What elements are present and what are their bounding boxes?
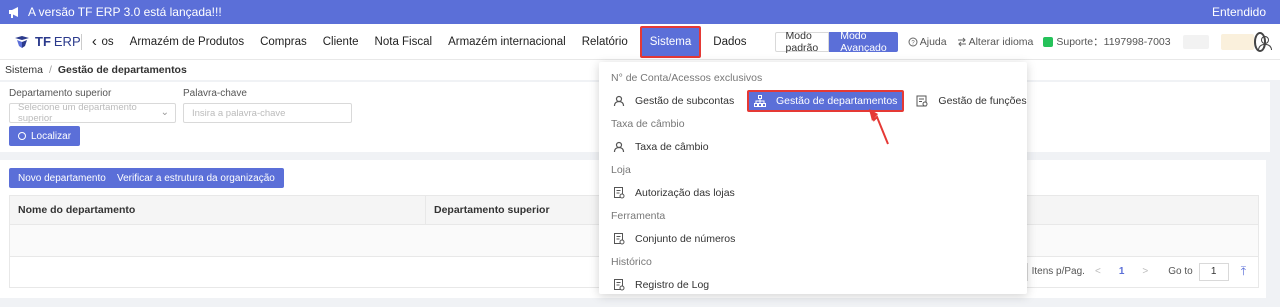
menu-item-subaccounts[interactable]: Gestão de subcontas — [613, 90, 747, 112]
logo-product: ERP — [53, 34, 81, 49]
search-button-label: Localizar — [31, 130, 72, 142]
top-navigation: TF ERP ‹ os Armazém de Produtos Compras Cli… — [0, 24, 1280, 60]
nav-divider — [80, 33, 82, 50]
org-chart-icon — [754, 95, 766, 107]
goto-input[interactable]: 1 — [1198, 262, 1229, 281]
redacted-account — [1220, 33, 1254, 50]
advanced-mode-button[interactable]: Modo Avançado — [829, 30, 898, 54]
menu-section-items: Taxa de câmbio — [599, 132, 1027, 162]
menu-section-title: Taxa de câmbio — [611, 118, 685, 130]
menu-section-items: Conjunto de números — [599, 224, 1027, 254]
breadcrumb-root[interactable]: Sistema — [5, 64, 43, 76]
column-header[interactable]: Nome do departamento — [10, 196, 426, 224]
verify-structure-button[interactable]: Verificar a estrutura da organização — [108, 168, 284, 188]
menu-section-title: Loja — [611, 164, 631, 176]
page-number[interactable]: 1 — [1119, 266, 1125, 277]
banner-text: A versão TF ERP 3.0 está lançada!!! — [28, 5, 222, 19]
document-icon — [614, 187, 625, 199]
keyword-label: Palavra-chave — [183, 88, 247, 99]
megaphone-icon — [8, 5, 22, 19]
nav-item-armaz-m-de-produtos[interactable]: Armazém de Produtos — [122, 24, 252, 59]
menu-item-exchange-rate[interactable]: Taxa de câmbio — [613, 136, 709, 158]
next-page-button[interactable]: > — [1142, 266, 1148, 277]
goto-label: Go to — [1168, 266, 1193, 277]
keyword-filter: Palavra-chave Insira a palavra-chave — [183, 88, 352, 123]
breadcrumb-separator: / — [48, 64, 52, 76]
document-icon — [614, 233, 625, 245]
whatsapp-icon — [1043, 36, 1054, 47]
nav-item-relat-rio[interactable]: Relatório — [574, 24, 636, 59]
menu-section-items: Gestão de subcontas Gestão de departamen… — [599, 86, 1027, 116]
menu-section-title: N° de Conta/Acessos exclusivos — [611, 72, 763, 84]
menu-item-label: Gestão de funções — [938, 95, 1027, 107]
swap-icon — [957, 37, 966, 46]
menu-item-store-authorization[interactable]: Autorização das lojas — [613, 182, 735, 204]
menu-section-items: Autorização das lojas — [599, 178, 1027, 208]
keyword-input[interactable]: Insira a palavra-chave — [183, 103, 352, 123]
parent-dept-filter: Departamento superior Selecione um depar… — [9, 88, 176, 124]
nav-item-cliente[interactable]: Cliente — [315, 24, 367, 59]
menu-section-items: Registro de Log — [599, 270, 1027, 300]
system-dropdown-menu: N° de Conta/Acessos exclusivos Gestão de… — [599, 62, 1027, 294]
support-contact[interactable]: Suporte：1197998-7003 — [1043, 34, 1171, 49]
language-label: Alterar idioma — [968, 35, 1034, 48]
back-to-top-icon[interactable]: ⤒ — [1241, 264, 1246, 279]
help-label: Ajuda — [919, 35, 947, 48]
language-link[interactable]: Alterar idioma — [957, 35, 1034, 48]
search-button[interactable]: Localizar — [9, 126, 81, 146]
prev-page-button[interactable]: < — [1095, 266, 1101, 277]
search-icon — [18, 132, 26, 140]
dismiss-banner-button[interactable]: Entendido — [1212, 5, 1266, 19]
chevron-down-icon: ⌄ — [160, 107, 169, 118]
nav-item-armaz-m-internacional[interactable]: Armazém internacional — [440, 24, 574, 59]
parent-dept-label: Departamento superior — [9, 88, 112, 99]
parent-dept-select[interactable]: Selecione um departamento superior ⌄ — [9, 102, 176, 124]
parent-dept-placeholder: Selecione um departamento superior — [18, 102, 137, 124]
keyword-placeholder: Insira a palavra-chave — [192, 107, 286, 119]
nav-item-sistema[interactable]: Sistema — [639, 25, 702, 58]
standard-mode-button[interactable]: Modo padrão — [774, 30, 830, 54]
column-header[interactable]: Departamento superior — [426, 196, 606, 224]
user-avatar-icon[interactable] — [1253, 31, 1273, 52]
menu-item-label: Conjunto de números — [635, 233, 736, 245]
menu-item-label: Gestão de departamentos — [776, 95, 898, 107]
help-link[interactable]: ? Ajuda — [908, 36, 947, 48]
new-department-button[interactable]: Novo departamento — [9, 168, 115, 188]
mode-switch: Modo padrão Modo Avançado — [774, 30, 898, 54]
nav-item-os[interactable]: os — [100, 24, 122, 59]
menu-item-label: Autorização das lojas — [635, 187, 735, 199]
per-page-label: Itens p/Pag. — [1031, 266, 1085, 277]
nav-item-compras[interactable]: Compras — [252, 24, 315, 59]
logo[interactable]: TF ERP — [0, 34, 81, 49]
document-icon — [614, 279, 625, 291]
tool-links: ? Ajuda Alterar idioma Suporte：1197998-7… — [908, 34, 1171, 49]
logo-icon — [15, 35, 29, 48]
user-icon — [613, 141, 625, 153]
annotation-arrow-icon — [869, 109, 889, 145]
menu-item-label: Gestão de subcontas — [635, 95, 735, 107]
support-label: Suporte：1197998-7003 — [1056, 36, 1171, 48]
menu-item-number-sets[interactable]: Conjunto de números — [613, 228, 735, 250]
user-icon — [613, 95, 625, 107]
role-icon — [916, 95, 928, 107]
menu-section-title: Ferramenta — [611, 210, 666, 222]
menu-item-roles[interactable]: Gestão de funções — [916, 90, 1027, 112]
menu-item-log-records[interactable]: Registro de Log — [613, 274, 709, 296]
menu-section-title: Histórico — [611, 256, 652, 268]
breadcrumb-current: Gestão de departamentos — [57, 64, 187, 76]
nav-item-dados[interactable]: Dados — [705, 24, 754, 59]
menu-item-label: Registro de Log — [635, 279, 710, 291]
help-icon: ? — [908, 37, 918, 46]
menu-item-label: Taxa de câmbio — [635, 141, 709, 153]
announcement-banner: A versão TF ERP 3.0 está lançada!!! Ente… — [0, 0, 1280, 24]
main-menu: os Armazém de Produtos Compras Cliente Nota … — [100, 24, 755, 59]
nav-scroll-left-icon[interactable]: ‹ — [89, 33, 99, 50]
nav-item-nota-fiscal[interactable]: Nota Fiscal — [367, 24, 441, 59]
logo-brand: TF — [35, 34, 51, 49]
redacted-info — [1182, 34, 1209, 49]
